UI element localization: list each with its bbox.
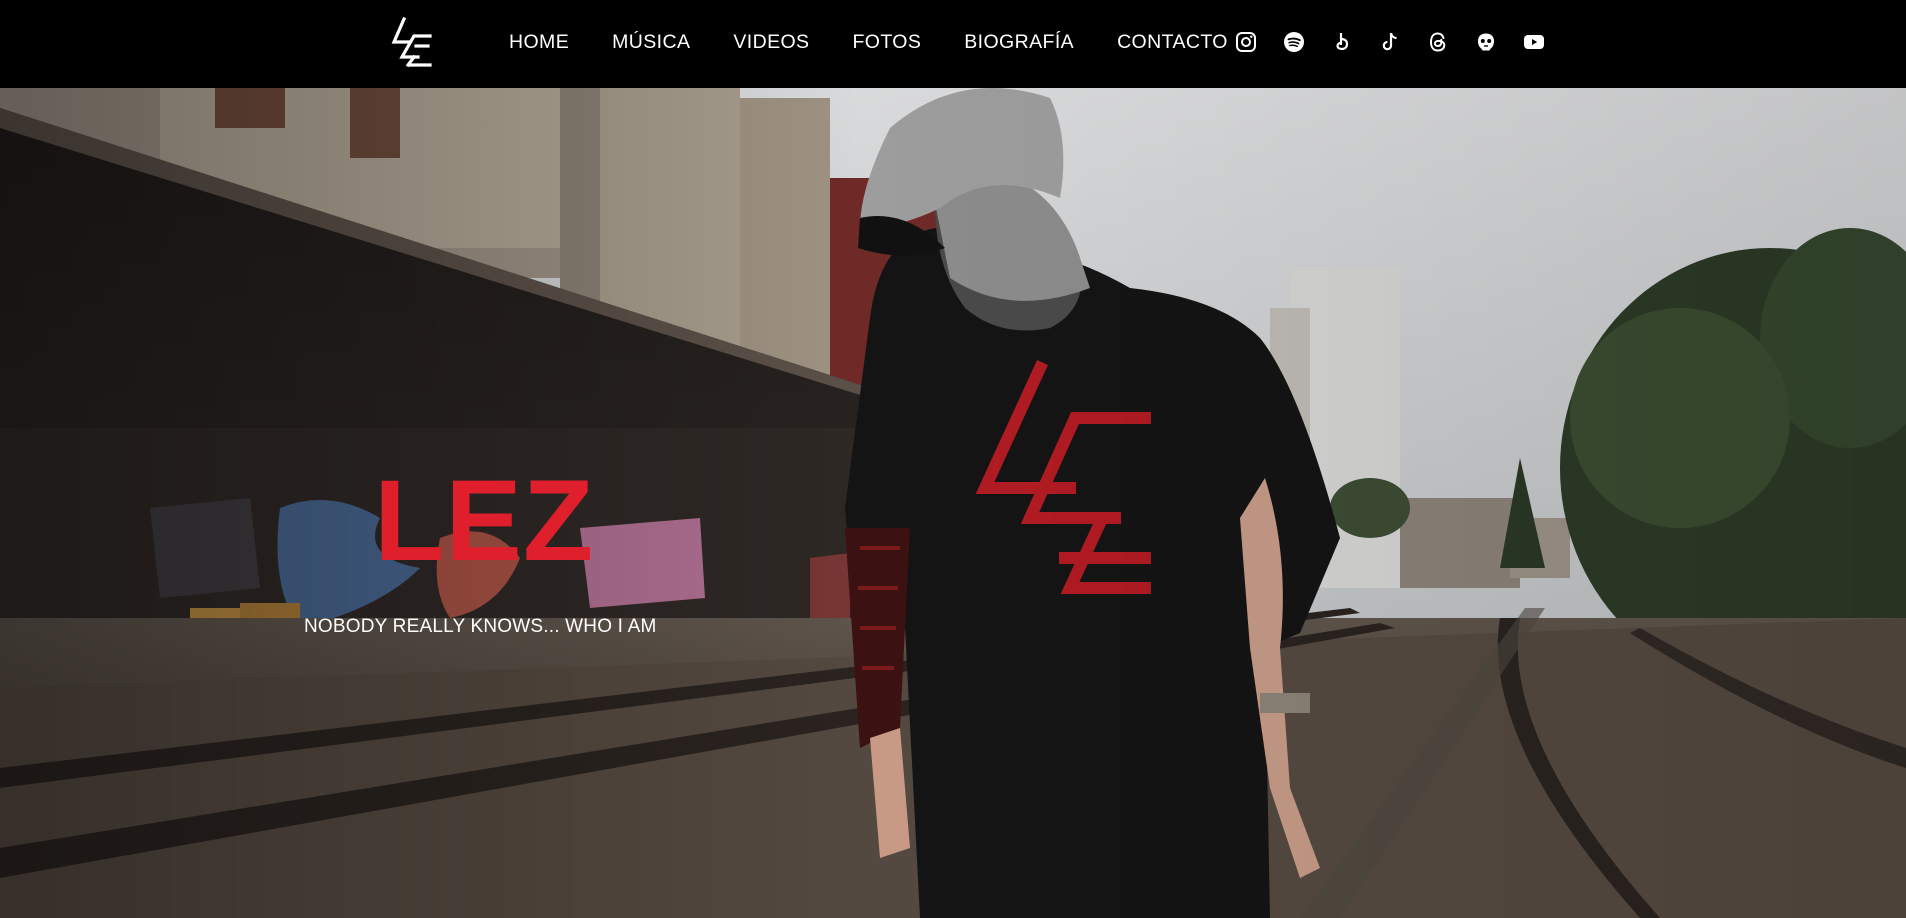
threads-icon[interactable] — [1426, 30, 1450, 54]
music-note-icon[interactable] — [1330, 30, 1354, 54]
social-links — [1234, 30, 1546, 54]
bandcamp-face-icon[interactable] — [1474, 30, 1498, 54]
hero-section: LEZ NOBODY REALLY KNOWS... WHO I AM — [0, 88, 1906, 918]
hero-subtitle: NOBODY REALLY KNOWS... WHO I AM — [304, 616, 657, 637]
menu-item-home: HOME — [509, 31, 569, 54]
nav-link-videos[interactable]: VIDEOS — [733, 31, 809, 54]
menu-item-contacto: CONTACTO — [1117, 31, 1228, 54]
main-menu: HOME MÚSICA VIDEOS FOTOS BIOGRAFÍA CONTA… — [509, 0, 1228, 84]
top-navigation-bar: HOME MÚSICA VIDEOS FOTOS BIOGRAFÍA CONTA… — [0, 0, 1906, 88]
nav-link-home[interactable]: HOME — [509, 31, 569, 54]
youtube-icon[interactable] — [1522, 30, 1546, 54]
nav-link-fotos[interactable]: FOTOS — [852, 31, 921, 54]
menu-item-biografia: BIOGRAFÍA — [964, 31, 1074, 54]
menu-item-fotos: FOTOS — [852, 31, 921, 54]
spotify-icon[interactable] — [1282, 30, 1306, 54]
site-logo[interactable] — [390, 16, 434, 68]
hero-title: LEZ — [374, 457, 595, 585]
lez-logo-icon — [391, 16, 432, 68]
hero-background-photo — [0, 88, 1906, 918]
tiktok-icon[interactable] — [1378, 30, 1402, 54]
instagram-icon[interactable] — [1234, 30, 1258, 54]
nav-link-contacto[interactable]: CONTACTO — [1117, 31, 1228, 54]
menu-item-musica: MÚSICA — [612, 31, 690, 54]
nav-link-biografia[interactable]: BIOGRAFÍA — [964, 31, 1074, 54]
nav-link-musica[interactable]: MÚSICA — [612, 31, 690, 54]
menu-item-videos: VIDEOS — [733, 31, 809, 54]
